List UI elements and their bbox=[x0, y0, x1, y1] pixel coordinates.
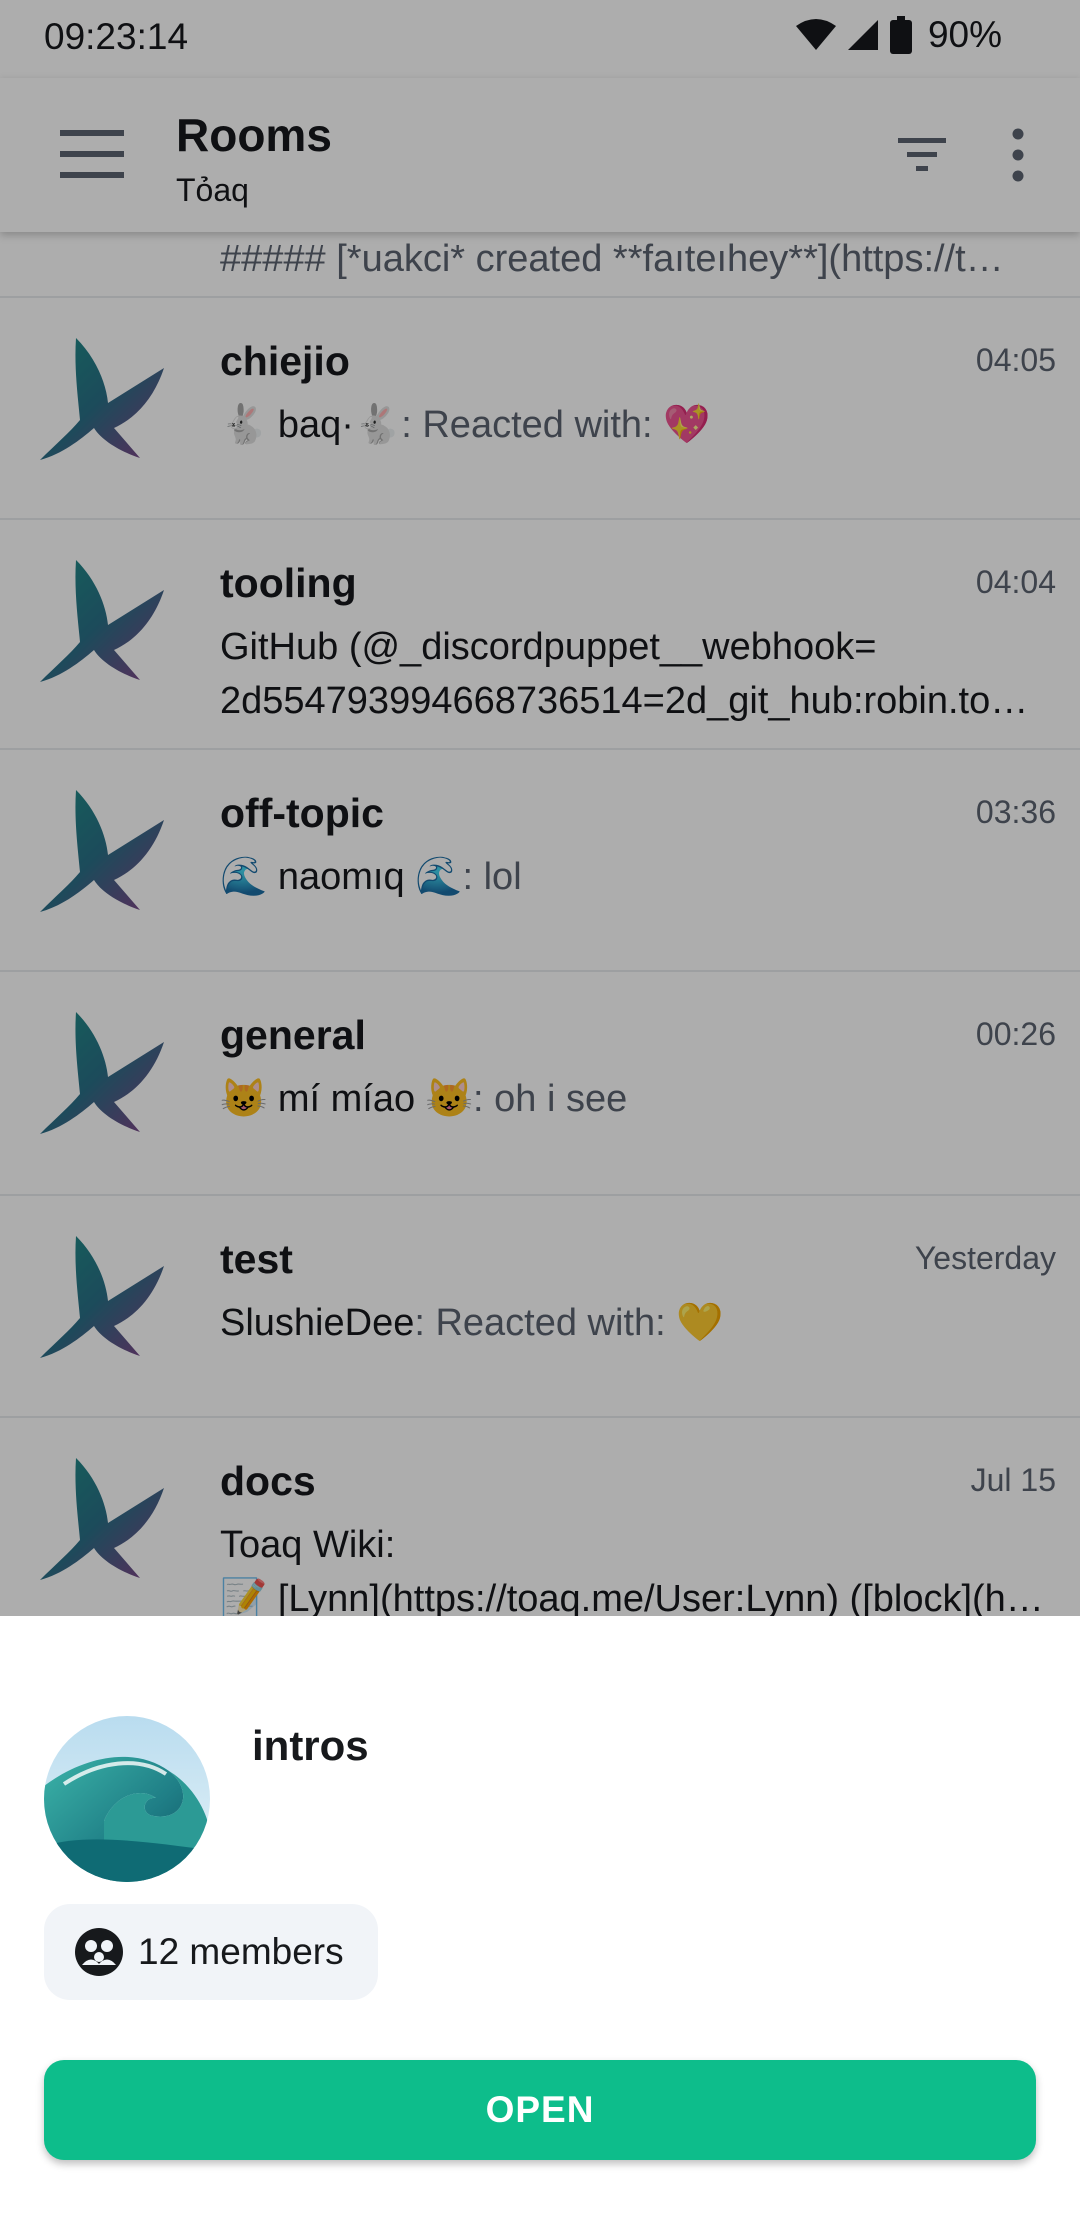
member-count-label: 12 members bbox=[138, 1931, 344, 1972]
modal-scrim[interactable] bbox=[0, 0, 1080, 1616]
members-icon bbox=[75, 1928, 123, 1976]
room-preview-sheet: intros 12 members OPEN bbox=[0, 1616, 1080, 2220]
room-avatar-wave bbox=[44, 1716, 210, 1882]
member-count-chip[interactable]: 12 members bbox=[44, 1904, 378, 2000]
open-button[interactable]: OPEN bbox=[44, 2060, 1036, 2160]
room-title: intros bbox=[252, 1722, 369, 1769]
wave-image bbox=[44, 1716, 210, 1882]
